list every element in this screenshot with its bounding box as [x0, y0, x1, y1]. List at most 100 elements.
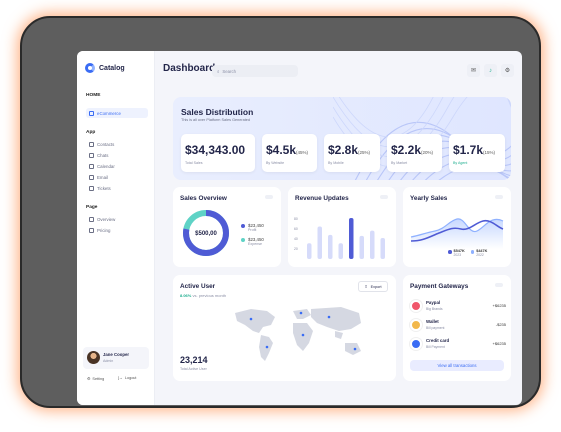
- user-role: Admin: [103, 359, 114, 363]
- active-user-change: 8.06% vs. previous month: [180, 293, 227, 298]
- sidebar-item-tickets[interactable]: Tickets: [86, 183, 148, 193]
- stat-label: By Agent: [453, 161, 468, 165]
- payment-amount: +$6235: [492, 303, 506, 308]
- legend-2022: $447K 2022: [470, 249, 487, 257]
- legend-dot: [470, 250, 475, 254]
- settings-button[interactable]: ⚙: [501, 64, 514, 77]
- sidebar-item-calendar[interactable]: Calendar: [86, 161, 148, 171]
- revenue-updates-card: Revenue Updates 80 60 40 20: [288, 187, 396, 267]
- more-icon[interactable]: [265, 195, 273, 199]
- sidebar-item-label: Chats: [97, 152, 109, 158]
- app-heading: App: [86, 130, 96, 135]
- revenue-bar: [349, 218, 354, 259]
- device-frame: Catalog HOME eCommerce App Contacts Chat…: [20, 16, 541, 408]
- view-all-transactions-button[interactable]: View all transactions: [410, 360, 504, 371]
- sidebar-item-label: Contacts: [97, 141, 115, 147]
- paypal-icon: [410, 300, 422, 312]
- sidebar-item-label: Overview: [97, 216, 116, 222]
- legend-dot: [448, 250, 452, 254]
- sidebar: Catalog HOME eCommerce App Contacts Chat…: [77, 51, 155, 405]
- sidebar-item-pricing[interactable]: Pricing: [86, 225, 148, 235]
- sidebar-item-label: eCommerce: [97, 110, 121, 116]
- mail-icon: [89, 174, 94, 180]
- top-bar: Dashboard ⌕ Search ✉ ♪ ⚙: [155, 51, 522, 89]
- revenue-bar: [338, 243, 343, 259]
- notification-button[interactable]: ♪: [484, 64, 497, 77]
- user-card[interactable]: Jane Cooper Admin: [83, 347, 149, 369]
- sidebar-item-email[interactable]: Email: [86, 172, 148, 182]
- stat-value: $1.7k(15%): [453, 143, 496, 157]
- world-map: [235, 307, 361, 361]
- stat-label: By Mobile: [328, 161, 344, 165]
- revenue-bar: [380, 238, 385, 259]
- stat-card-market: $2.2k(20%) By Market: [387, 134, 442, 172]
- payment-amount: +$6235: [492, 341, 506, 346]
- dashboard-screen: Catalog HOME eCommerce App Contacts Chat…: [77, 51, 522, 405]
- brand[interactable]: Catalog: [85, 63, 125, 73]
- more-icon[interactable]: [495, 283, 503, 287]
- card-title: Revenue Updates: [295, 195, 349, 202]
- legend-dot: [241, 224, 245, 228]
- gear-icon: ⚙: [504, 68, 511, 74]
- logout-button[interactable]: [→ Logout: [118, 376, 136, 380]
- payment-desc: Big Brands: [426, 307, 443, 311]
- payment-amount: -$235: [495, 322, 506, 327]
- card-title: Yearly Sales: [410, 195, 448, 202]
- payment-row-credit-card[interactable]: Credit card Bill Payment +$6235: [410, 337, 506, 351]
- export-button[interactable]: ⇧ Export: [358, 281, 388, 292]
- revenue-bar: [307, 243, 312, 259]
- sales-distribution-card: Sales Distribution This is all over Plat…: [173, 97, 511, 180]
- stat-label: By Market: [391, 161, 408, 165]
- search-input[interactable]: ⌕ Search: [212, 65, 298, 77]
- gear-icon: ⚙: [87, 377, 91, 381]
- setting-label: Setting: [92, 376, 105, 381]
- more-icon[interactable]: [380, 195, 388, 199]
- sidebar-item-contacts[interactable]: Contacts: [86, 139, 148, 149]
- legend-expense: $23,450 Expense: [241, 237, 264, 246]
- legend-dot: [241, 238, 245, 242]
- sidebar-item-label: Calendar: [97, 163, 115, 169]
- revenue-bar: [370, 230, 375, 259]
- stat-card-total-sales: $34,343.00 Total Sales: [181, 134, 255, 172]
- stat-card-mobile: $2.8k(25%) By Mobile: [324, 134, 380, 172]
- yearly-sales-card: Yearly Sales $547K 2023 $447K 2022: [403, 187, 511, 267]
- search-icon: ⌕: [217, 68, 220, 74]
- sidebar-item-ecommerce[interactable]: eCommerce: [86, 108, 148, 118]
- sales-distribution-title: Sales Distribution: [181, 107, 254, 117]
- total-active-users-label: Total Active User: [180, 367, 207, 371]
- mail-icon: ✉: [470, 68, 477, 74]
- sidebar-item-label: Tickets: [97, 185, 111, 191]
- page-title: Dashboard: [163, 63, 216, 74]
- calendar-icon: [89, 163, 94, 169]
- yearly-sales-chart: [410, 218, 504, 249]
- payment-name: Credit card: [426, 338, 450, 343]
- revenue-bar: [317, 226, 322, 259]
- payment-row-paypal[interactable]: Paypal Big Brands +$6235: [410, 299, 506, 313]
- sales-distribution-subtitle: This is all over Platform Sales Generate…: [181, 118, 251, 122]
- sidebar-item-overview[interactable]: Overview: [86, 214, 148, 224]
- payment-row-wallet[interactable]: Wallet Bill payment -$235: [410, 318, 506, 332]
- brand-name: Catalog: [99, 64, 125, 72]
- payment-desc: Bill Payment: [426, 345, 445, 349]
- logout-icon: [→: [118, 376, 123, 380]
- export-icon: ⇧: [364, 285, 368, 289]
- total-active-users-value: 23,214: [180, 355, 208, 365]
- sidebar-item-chats[interactable]: Chats: [86, 150, 148, 160]
- ticket-icon: [89, 185, 94, 191]
- setting-button[interactable]: ⚙ Setting: [87, 376, 105, 382]
- more-icon[interactable]: [495, 195, 503, 199]
- credit-card-icon: [410, 338, 422, 350]
- page-heading: Page: [86, 205, 98, 210]
- sales-overview-card: Sales Overview $500,00 $23,450 Profit $23…: [173, 187, 281, 267]
- payment-name: Paypal: [426, 300, 441, 305]
- card-title: Active User: [180, 283, 216, 290]
- stat-card-agent: $1.7k(15%) By Agent: [449, 134, 505, 172]
- contacts-icon: [89, 141, 94, 147]
- stat-label: Total Sales: [185, 161, 203, 165]
- tag-icon: [89, 227, 94, 233]
- mail-button[interactable]: ✉: [467, 64, 480, 77]
- legend-2023: $547K 2023: [448, 249, 465, 257]
- stat-value: $2.2k(20%): [391, 143, 434, 157]
- yearly-legend: $547K 2023 $447K 2022: [448, 249, 487, 257]
- legend-profit: $23,450 Profit: [241, 223, 264, 232]
